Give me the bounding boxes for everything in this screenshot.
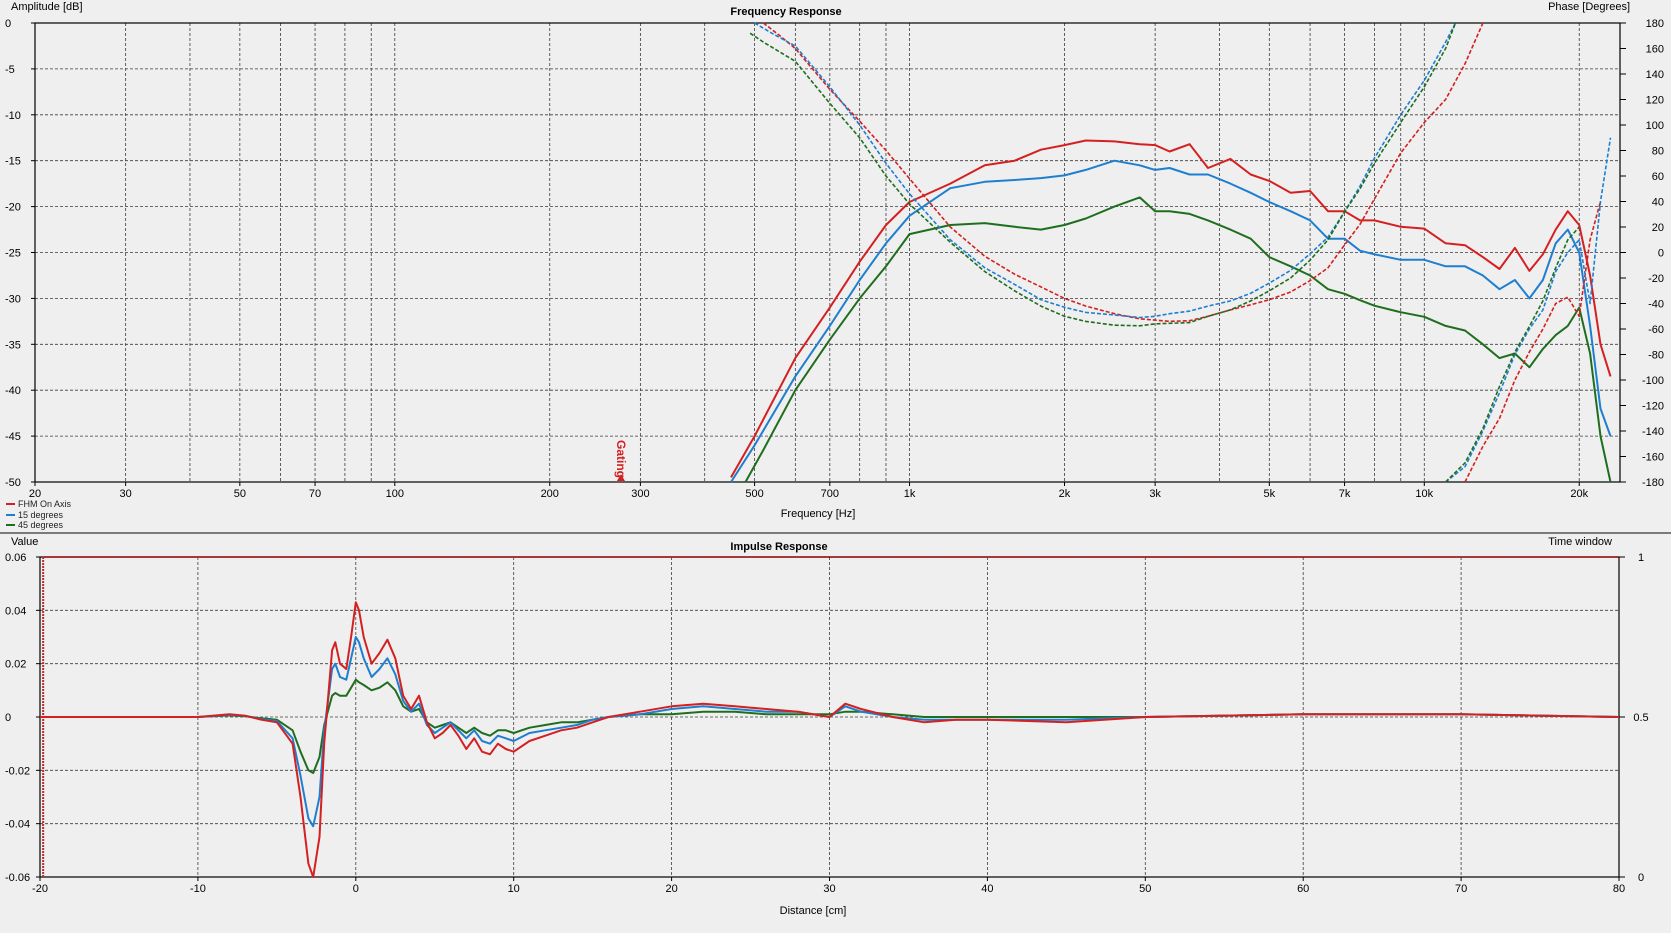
fr-y2-axis-label: Phase [Degrees] — [1548, 1, 1630, 13]
ir-y2-axis-label: Time window — [1548, 536, 1612, 548]
measurement-window: Frequency Response Amplitude [dB] Phase … — [0, 0, 1671, 928]
y2-tick-label: -60 — [1648, 324, 1664, 336]
y2-tick-label: -180 — [1642, 477, 1664, 489]
legend-swatch — [6, 513, 15, 516]
y2-tick-label: -160 — [1642, 452, 1664, 464]
x-tick-label: 10k — [1415, 488, 1433, 500]
y2-tick-label: -100 — [1642, 375, 1664, 387]
ir-chart-title: Impulse Response — [730, 541, 827, 553]
fr-chart-title: Frequency Response — [730, 6, 841, 18]
x-tick-label: 40 — [981, 883, 993, 895]
y-tick-label: -25 — [5, 248, 21, 260]
x-tick-label: 20k — [1570, 488, 1588, 500]
x-tick-label: 30 — [823, 883, 835, 895]
y2-tick-label: 100 — [1646, 120, 1664, 132]
x-tick-label: 5k — [1264, 488, 1276, 500]
legend-label: FHM On Axis — [18, 499, 72, 509]
fr-x-axis-label: Frequency [Hz] — [781, 508, 856, 520]
ir-y-axis-label: Value — [11, 536, 38, 548]
y2-tick-label: 40 — [1652, 197, 1664, 209]
charts-canvas: Frequency Response Amplitude [dB] Phase … — [0, 1, 1671, 917]
x-tick-label: 10 — [508, 883, 520, 895]
x-tick-label: 500 — [745, 488, 763, 500]
x-tick-label: -20 — [32, 883, 48, 895]
y-tick-label: 0.04 — [5, 605, 26, 617]
x-tick-label: 50 — [234, 488, 246, 500]
y-tick-label: -5 — [5, 64, 15, 76]
y-tick-label: -0.06 — [5, 872, 30, 884]
legend-item[interactable]: FHM On Axis — [4, 499, 71, 510]
x-tick-label: 100 — [386, 488, 404, 500]
x-tick-label: 2k — [1059, 488, 1071, 500]
y2-tick-label: -140 — [1642, 426, 1664, 438]
x-tick-label: 3k — [1149, 488, 1161, 500]
phase-series-line — [762, 22, 1484, 323]
y2-tick-label: 120 — [1646, 95, 1664, 107]
x-tick-label: 80 — [1613, 883, 1625, 895]
y-tick-label: -35 — [5, 339, 21, 351]
y-tick-label: -30 — [5, 293, 21, 305]
y-tick-label: 0.06 — [5, 552, 26, 564]
x-tick-label: 200 — [541, 488, 559, 500]
ir-x-axis-label: Distance [cm] — [780, 905, 847, 917]
legend-swatch — [6, 524, 15, 526]
x-tick-label: 70 — [309, 488, 321, 500]
y2-tick-label: 0.5 — [1633, 712, 1648, 724]
x-tick-label: 60 — [1297, 883, 1309, 895]
y2-tick-label: -20 — [1648, 273, 1664, 285]
legend-label: 45 degrees — [18, 520, 64, 530]
y-tick-label: -15 — [5, 156, 21, 168]
y2-tick-label: 180 — [1646, 18, 1664, 30]
legend: FHM On Axis 15 degrees 45 degrees — [4, 499, 71, 531]
y-tick-label: 0 — [5, 712, 11, 724]
y-tick-label: 0 — [5, 18, 11, 30]
legend-item[interactable]: 45 degrees — [4, 520, 71, 531]
phase-series-line — [1445, 137, 1612, 483]
y-tick-label: -0.04 — [5, 819, 30, 831]
y2-tick-label: 20 — [1652, 222, 1664, 234]
phase-series-line — [749, 22, 1457, 327]
y-tick-label: -10 — [5, 110, 21, 122]
x-tick-label: 70 — [1455, 883, 1467, 895]
gating-label: Gating — [614, 440, 628, 478]
y2-tick-label: 160 — [1646, 44, 1664, 56]
impulse-response-plot: 0.06 0.04 0.02 0 -0.02 -0.04 -0.06 1 0.5 0 -20 -10 0… — [5, 552, 1649, 895]
y-tick-label: -50 — [5, 477, 21, 489]
x-tick-label: 30 — [120, 488, 132, 500]
amplitude-series-line — [730, 139, 1612, 478]
y-tick-label: -45 — [5, 431, 21, 443]
y2-tick-label: 80 — [1652, 146, 1664, 158]
y2-tick-label: 0 — [1658, 248, 1664, 260]
y2-tick-label: 1 — [1638, 552, 1644, 564]
y-tick-label: -0.02 — [5, 765, 30, 777]
x-tick-label: -10 — [190, 883, 206, 895]
y2-tick-label: 0 — [1638, 872, 1644, 884]
legend-item[interactable]: 15 degrees — [4, 510, 71, 521]
y-tick-label: 0.02 — [5, 659, 26, 671]
y2-tick-label: -120 — [1642, 401, 1664, 413]
x-tick-label: 0 — [353, 883, 359, 895]
legend-swatch — [6, 503, 15, 505]
x-tick-label: 7k — [1339, 488, 1351, 500]
x-tick-label: 50 — [1139, 883, 1151, 895]
y2-tick-label: 140 — [1646, 69, 1664, 81]
y-tick-label: -40 — [5, 385, 21, 397]
fr-y-axis-label: Amplitude [dB] — [11, 1, 83, 13]
x-tick-label: 300 — [631, 488, 649, 500]
x-tick-label: 700 — [821, 488, 839, 500]
legend-label: 15 degrees — [18, 509, 64, 520]
y-tick-label: -20 — [5, 202, 21, 214]
y2-tick-label: -40 — [1648, 299, 1664, 311]
x-tick-label: 1k — [904, 488, 916, 500]
frequency-response-plot: 0 -5 -10 -15 -20 -25 -30 -35 -40 -45 -50 180 160 140 1… — [0, 18, 1671, 534]
y2-tick-label: 60 — [1652, 171, 1664, 183]
y2-tick-label: -80 — [1648, 350, 1664, 362]
x-tick-label: 20 — [665, 883, 677, 895]
